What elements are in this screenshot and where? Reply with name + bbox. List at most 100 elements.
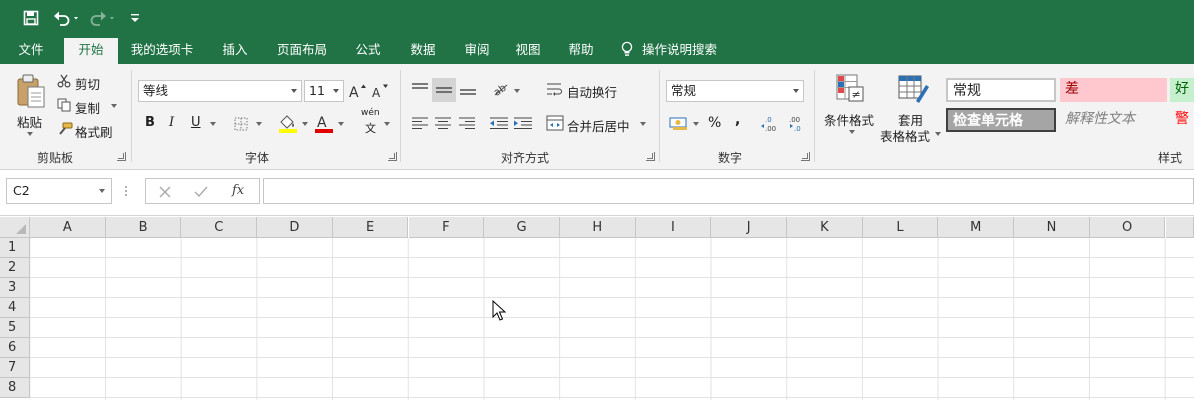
accounting-format-icon[interactable]	[668, 112, 690, 134]
font-color-dropdown-icon[interactable]	[338, 122, 344, 126]
decrease-indent-icon[interactable]	[488, 112, 510, 134]
percent-style-button[interactable]: %	[708, 115, 721, 131]
merge-center-button[interactable]: 合并后居中	[567, 116, 630, 135]
column-header-g[interactable]: G	[484, 217, 560, 238]
increase-indent-icon[interactable]	[512, 112, 534, 134]
row-header-6[interactable]: 6	[0, 338, 30, 358]
tab-view[interactable]: 视图	[506, 36, 550, 64]
row-header-4[interactable]: 4	[0, 298, 30, 318]
font-name-select[interactable]: 等线	[138, 80, 302, 102]
align-bottom-icon[interactable]	[457, 78, 479, 100]
paste-button[interactable]: 粘贴	[17, 112, 42, 131]
customize-qat-icon[interactable]	[128, 6, 142, 30]
decrease-decimal-icon[interactable]: .00.0	[784, 112, 806, 134]
column-header-d[interactable]: D	[257, 217, 333, 238]
conditional-dropdown-icon[interactable]	[849, 130, 855, 134]
paste-dropdown-icon[interactable]	[27, 132, 33, 136]
wrap-text-icon[interactable]	[546, 80, 564, 98]
column-header-a[interactable]: A	[30, 217, 106, 238]
format-as-table-dropdown-icon[interactable]	[935, 132, 941, 136]
phonetic-char[interactable]: 文	[365, 120, 376, 136]
row-header-5[interactable]: 5	[0, 318, 30, 338]
tab-page-layout[interactable]: 页面布局	[266, 36, 338, 64]
font-color-icon[interactable]: A	[314, 112, 334, 134]
wrap-text-button[interactable]: 自动换行	[567, 82, 617, 101]
number-launcher-icon[interactable]	[801, 152, 810, 161]
name-box[interactable]: C2	[6, 178, 112, 204]
bold-button[interactable]: B	[145, 115, 155, 130]
tab-insert[interactable]: 插入	[210, 36, 260, 64]
enter-icon[interactable]	[192, 183, 210, 201]
tab-my-tab[interactable]: 我的选项卡	[122, 36, 202, 64]
row-header-1[interactable]: 1	[0, 238, 30, 258]
conditional-formatting-button[interactable]: 条件格式	[824, 110, 874, 129]
tab-home[interactable]: 开始	[64, 38, 118, 64]
tab-review[interactable]: 审阅	[452, 36, 502, 64]
style-good[interactable]: 好	[1170, 78, 1194, 102]
align-middle-icon[interactable]	[432, 78, 456, 102]
column-header-i[interactable]: I	[635, 217, 712, 238]
conditional-formatting-icon[interactable]: ≠	[832, 72, 868, 106]
orientation-dropdown-icon[interactable]	[514, 89, 520, 93]
column-header-o[interactable]: O	[1089, 217, 1166, 238]
style-check-cell[interactable]: 检查单元格	[946, 108, 1056, 132]
phonetic-dropdown-icon[interactable]	[384, 122, 390, 126]
orientation-icon[interactable]: ab	[490, 78, 512, 100]
column-header-j[interactable]: J	[711, 217, 787, 238]
font-launcher-icon[interactable]	[388, 152, 397, 161]
align-left-icon[interactable]	[409, 112, 431, 134]
row-header-7[interactable]: 7	[0, 358, 30, 378]
tab-file[interactable]: 文件	[0, 36, 62, 64]
undo-icon[interactable]	[52, 6, 82, 30]
column-header-e[interactable]: E	[332, 217, 409, 238]
style-bad[interactable]: 差	[1060, 78, 1167, 102]
cells-area[interactable]	[30, 238, 1194, 400]
cut-button[interactable]: 剪切	[75, 74, 100, 93]
font-size-select[interactable]: 11	[304, 80, 344, 102]
tab-data[interactable]: 数据	[398, 36, 448, 64]
formula-input[interactable]	[263, 178, 1194, 204]
insert-function-button[interactable]: fx	[232, 183, 244, 198]
save-icon[interactable]	[20, 6, 42, 30]
format-painter-icon[interactable]	[56, 121, 74, 137]
column-header-m[interactable]: M	[938, 217, 1015, 238]
paste-icon[interactable]	[14, 72, 48, 112]
copy-button[interactable]: 复制	[75, 98, 100, 117]
align-center-icon[interactable]	[432, 112, 454, 134]
row-header-8[interactable]: 8	[0, 378, 30, 398]
merge-center-icon[interactable]	[545, 113, 565, 133]
name-box-dropdown-icon[interactable]	[99, 189, 105, 193]
tell-me-search[interactable]: 操作说明搜索	[620, 36, 740, 64]
number-format-select[interactable]: 常规	[666, 80, 804, 102]
style-explanatory[interactable]: 解释性文本	[1060, 108, 1167, 132]
column-header-k[interactable]: K	[787, 217, 863, 238]
comma-style-button[interactable]: ,	[735, 112, 740, 128]
italic-button[interactable]: I	[169, 115, 174, 130]
cut-icon[interactable]	[56, 73, 72, 89]
copy-icon[interactable]	[56, 97, 72, 113]
merge-dropdown-icon[interactable]	[640, 122, 646, 126]
borders-icon[interactable]	[232, 115, 250, 133]
column-header-n[interactable]: N	[1014, 217, 1090, 238]
accounting-dropdown-icon[interactable]	[693, 122, 699, 126]
style-normal[interactable]: 常规	[946, 78, 1056, 102]
underline-dropdown-icon[interactable]	[210, 122, 216, 126]
format-painter-button[interactable]: 格式刷	[75, 122, 113, 141]
format-as-table-icon[interactable]	[895, 72, 931, 106]
shrink-font-icon[interactable]: A	[372, 80, 390, 102]
column-header-f[interactable]: F	[408, 217, 485, 238]
alignment-launcher-icon[interactable]	[646, 152, 655, 161]
column-header-partial[interactable]	[1165, 217, 1194, 238]
row-header-2[interactable]: 2	[0, 258, 30, 278]
column-header-b[interactable]: B	[105, 217, 182, 238]
select-all-button[interactable]	[0, 217, 30, 238]
column-header-h[interactable]: H	[559, 217, 636, 238]
tab-help[interactable]: 帮助	[558, 36, 604, 64]
row-header-3[interactable]: 3	[0, 278, 30, 298]
underline-button[interactable]: U	[191, 115, 201, 130]
redo-icon[interactable]	[88, 6, 118, 30]
borders-dropdown-icon[interactable]	[256, 122, 262, 126]
align-top-icon[interactable]	[409, 78, 431, 100]
copy-dropdown-icon[interactable]	[111, 104, 117, 108]
align-right-icon[interactable]	[456, 112, 478, 134]
